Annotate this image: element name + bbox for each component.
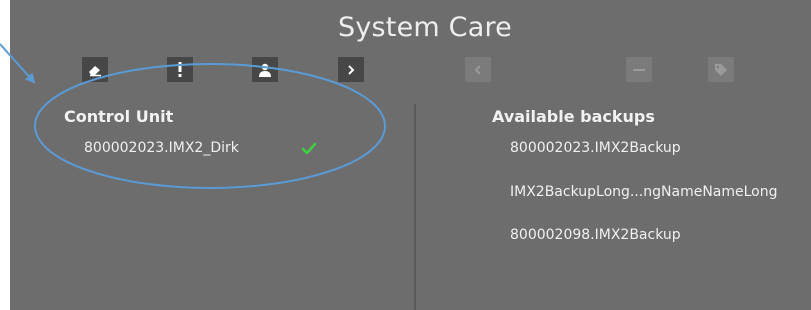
tag-button[interactable] [708, 57, 734, 82]
warning-button[interactable] [167, 57, 193, 82]
chevron-right-icon [348, 64, 355, 75]
control-unit-heading: Control Unit [64, 107, 174, 126]
previous-button[interactable] [465, 57, 491, 82]
control-unit-item[interactable]: 800002023.IMX2_Dirk [84, 140, 239, 156]
backup-item[interactable]: IMX2BackupLong...ngNameNameLong [510, 184, 778, 200]
minus-icon [633, 68, 645, 71]
user-button[interactable] [252, 57, 278, 82]
erase-button[interactable] [82, 57, 108, 82]
eraser-icon [89, 65, 101, 76]
check-icon [301, 142, 317, 155]
backup-item[interactable]: 800002023.IMX2Backup [510, 140, 681, 156]
system-care-panel: System Care Control Unit 800002023.IMX2_… [10, 0, 811, 310]
available-backups-heading: Available backups [492, 107, 655, 126]
tag-icon [715, 63, 727, 76]
backup-item[interactable]: 800002098.IMX2Backup [510, 227, 681, 243]
user-icon [259, 63, 271, 77]
chevron-left-icon [474, 64, 481, 75]
next-button[interactable] [338, 57, 364, 82]
remove-button[interactable] [626, 57, 652, 82]
screenshot-stage: System Care Control Unit 800002023.IMX2_… [0, 0, 811, 310]
exclamation-icon [178, 62, 182, 77]
column-divider [414, 104, 416, 310]
window-title: System Care [338, 12, 512, 43]
